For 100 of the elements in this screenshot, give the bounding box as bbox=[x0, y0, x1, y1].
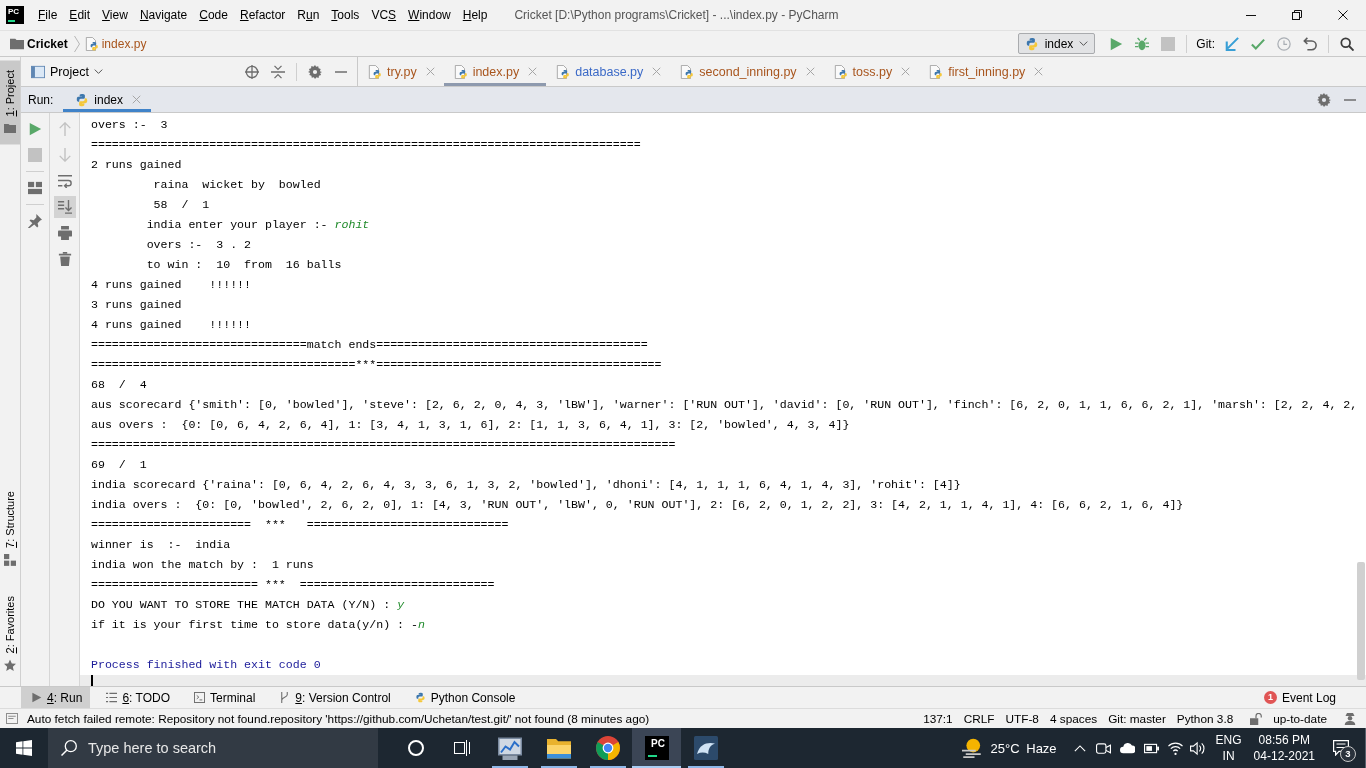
app-logo: PC bbox=[6, 6, 24, 24]
scroll-to-end-icon[interactable] bbox=[53, 196, 76, 218]
minimize-icon[interactable] bbox=[1246, 14, 1256, 16]
editor-tab[interactable]: database.py bbox=[546, 57, 671, 86]
settings-icon[interactable] bbox=[1317, 92, 1331, 107]
notification-badge: 1 bbox=[1263, 691, 1277, 704]
file-encoding[interactable]: UTF-8 bbox=[1005, 711, 1039, 726]
down-left-arrow-icon[interactable] bbox=[1225, 36, 1239, 51]
menu-item[interactable]: Edit bbox=[63, 0, 97, 30]
indent-setting[interactable]: 4 spaces bbox=[1049, 711, 1098, 726]
menu-item[interactable]: Window bbox=[402, 0, 457, 30]
list-icon bbox=[106, 692, 118, 703]
console-line: ======================================***========================================= bbox=[91, 358, 662, 371]
console-line: overs :- 3 . 2 bbox=[146, 238, 252, 251]
wifi-icon[interactable] bbox=[1168, 740, 1184, 756]
editor-tab[interactable]: second_inning.py bbox=[670, 57, 824, 86]
camera-icon[interactable] bbox=[1096, 740, 1112, 756]
vcs-branch[interactable]: Git: master bbox=[1108, 711, 1166, 726]
editor-tab[interactable]: first_inning.py bbox=[919, 57, 1053, 86]
taskbar-button[interactable]: PC bbox=[632, 728, 681, 768]
clock-date[interactable]: 04-12-2021 bbox=[1253, 748, 1315, 764]
clock-time[interactable]: 08:56 PM bbox=[1258, 732, 1310, 748]
weather-label[interactable]: 25°C Haze bbox=[990, 740, 1057, 756]
folder-icon bbox=[4, 122, 16, 135]
bug-icon[interactable] bbox=[1135, 36, 1150, 51]
menu-item[interactable]: Help bbox=[456, 0, 494, 30]
hide-icon[interactable] bbox=[335, 70, 347, 73]
console-line: if it is your first time to store data(y/n) : - bbox=[91, 618, 418, 631]
python-icon bbox=[75, 92, 90, 107]
breadcrumb-item[interactable]: index.py bbox=[101, 36, 147, 51]
language-code[interactable]: ENG bbox=[1215, 732, 1242, 748]
close-icon[interactable] bbox=[1338, 10, 1348, 20]
pin-icon[interactable] bbox=[28, 214, 42, 228]
status-message[interactable]: Auto fetch failed remote: Repository not found.repository 'https://github.com/Uchetan/test.git/' not found (8 minutes ago) bbox=[27, 711, 650, 726]
search-icon[interactable] bbox=[1340, 36, 1354, 51]
person-icon[interactable] bbox=[1344, 712, 1356, 725]
region-code[interactable]: IN bbox=[1222, 748, 1235, 764]
ring-icon[interactable] bbox=[408, 740, 424, 756]
tool-window-tab[interactable]: 6: TODO bbox=[96, 687, 178, 708]
scrollbar-thumb[interactable] bbox=[1357, 562, 1365, 680]
python-file-icon bbox=[368, 64, 382, 79]
python-file-icon bbox=[556, 64, 571, 79]
menu-item[interactable]: Run bbox=[291, 0, 326, 30]
tool-window-tab[interactable]: 2: Favorites bbox=[0, 585, 20, 681]
menu-item[interactable]: Navigate bbox=[133, 0, 194, 30]
vcs-status[interactable]: up-to-date bbox=[1273, 711, 1327, 726]
layout-icon[interactable] bbox=[28, 181, 42, 195]
open-lock-icon[interactable] bbox=[1250, 712, 1263, 725]
play-icon bbox=[31, 692, 42, 703]
tool-window-tab[interactable]: Python Console bbox=[404, 687, 524, 708]
speaker-icon[interactable] bbox=[1190, 740, 1206, 756]
menu-item[interactable]: File bbox=[32, 0, 64, 30]
editor-tab[interactable]: toss.py bbox=[823, 57, 920, 86]
crosshair-icon[interactable] bbox=[245, 64, 259, 79]
hide-icon[interactable] bbox=[1344, 98, 1356, 101]
play-icon[interactable] bbox=[28, 122, 42, 136]
console-line: ===============================match ends======================================= bbox=[91, 338, 648, 351]
exit-message: Process finished with exit code 0 bbox=[91, 658, 321, 671]
checkmark-icon[interactable] bbox=[1251, 36, 1265, 51]
message-icon[interactable] bbox=[6, 713, 18, 724]
restore-icon[interactable] bbox=[1292, 10, 1302, 20]
cloud-icon[interactable] bbox=[1120, 740, 1136, 756]
console-line: india enter your player :- bbox=[146, 218, 329, 231]
console-input-field[interactable] bbox=[80, 675, 1366, 686]
app-logo: PC bbox=[644, 736, 669, 760]
chart-window-icon bbox=[497, 736, 522, 760]
notification-icon[interactable] bbox=[1333, 740, 1349, 756]
tool-window-tab[interactable]: 7: Structure bbox=[0, 480, 20, 576]
run-configuration-dropdown[interactable]: index bbox=[1017, 33, 1096, 54]
settings-icon[interactable] bbox=[308, 64, 322, 79]
search-field[interactable]: Type here to search bbox=[48, 728, 378, 768]
collapse-icon[interactable] bbox=[271, 64, 285, 79]
breadcrumb-item[interactable]: Cricket bbox=[27, 36, 68, 51]
python-interpreter[interactable]: Python 3.8 bbox=[1176, 711, 1234, 726]
windows-start-icon[interactable] bbox=[16, 740, 32, 756]
project-view-dropdown[interactable]: Project bbox=[31, 64, 103, 79]
tool-window-tab[interactable]: 4: Run bbox=[21, 687, 91, 708]
python-file-icon bbox=[929, 64, 944, 79]
window-title: Cricket [D:\Python programs\Cricket] - ...\index.py - PyCharm bbox=[514, 8, 839, 22]
task-view-icon[interactable] bbox=[454, 740, 470, 756]
menu-item[interactable]: Tools bbox=[325, 0, 366, 30]
console-line: 2 runs gained bbox=[91, 158, 182, 171]
menu-item[interactable]: Refactor bbox=[233, 0, 292, 30]
undo-icon[interactable] bbox=[1303, 36, 1317, 51]
weather-icon[interactable] bbox=[961, 738, 982, 758]
tool-window-tab[interactable]: 1: Project bbox=[0, 60, 20, 145]
menu-item[interactable]: Code bbox=[193, 0, 234, 30]
menu-item[interactable]: VCS bbox=[365, 0, 403, 30]
editor-tab[interactable]: try.py bbox=[358, 57, 444, 86]
tool-window-tab[interactable]: Terminal bbox=[183, 687, 264, 708]
branch-icon bbox=[279, 692, 291, 703]
chevron-up-icon[interactable] bbox=[1073, 744, 1086, 752]
tool-window-tab[interactable]: 9: Version Control bbox=[269, 687, 399, 708]
menu-item[interactable]: View bbox=[96, 0, 134, 30]
line-separator[interactable]: CRLF bbox=[963, 711, 995, 726]
play-icon[interactable] bbox=[1109, 36, 1124, 51]
console-line: ==================================================================================== bbox=[91, 438, 676, 451]
notification-count-badge: 3 bbox=[1340, 746, 1356, 762]
event-log-button[interactable]: Event Log bbox=[1281, 687, 1336, 708]
caret-position[interactable]: 137:1 bbox=[923, 711, 953, 726]
